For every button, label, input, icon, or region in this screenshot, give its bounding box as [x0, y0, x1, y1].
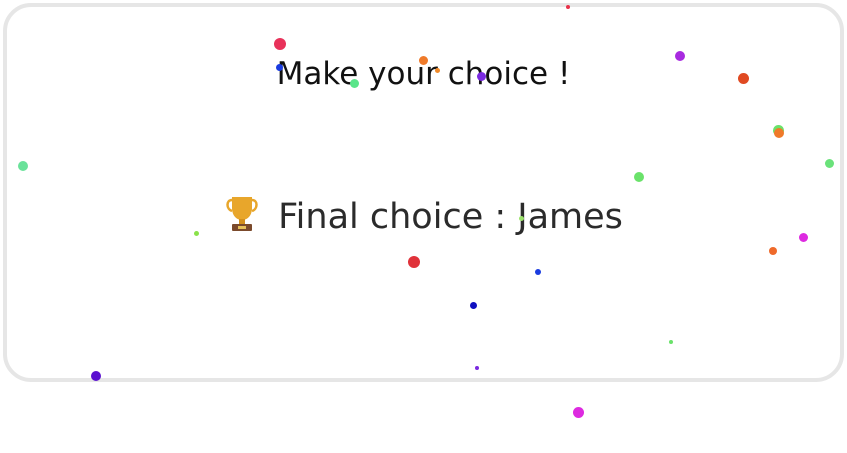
- final-choice-label: Final choice : James: [278, 197, 623, 237]
- trophy-icon: [224, 194, 260, 241]
- final-choice-result: Final choice : James: [0, 194, 847, 241]
- page-title: Make your choice !: [276, 56, 571, 92]
- screen: Make your choice ! Final choice : James: [0, 0, 847, 453]
- confetti-dot: [572, 406, 584, 418]
